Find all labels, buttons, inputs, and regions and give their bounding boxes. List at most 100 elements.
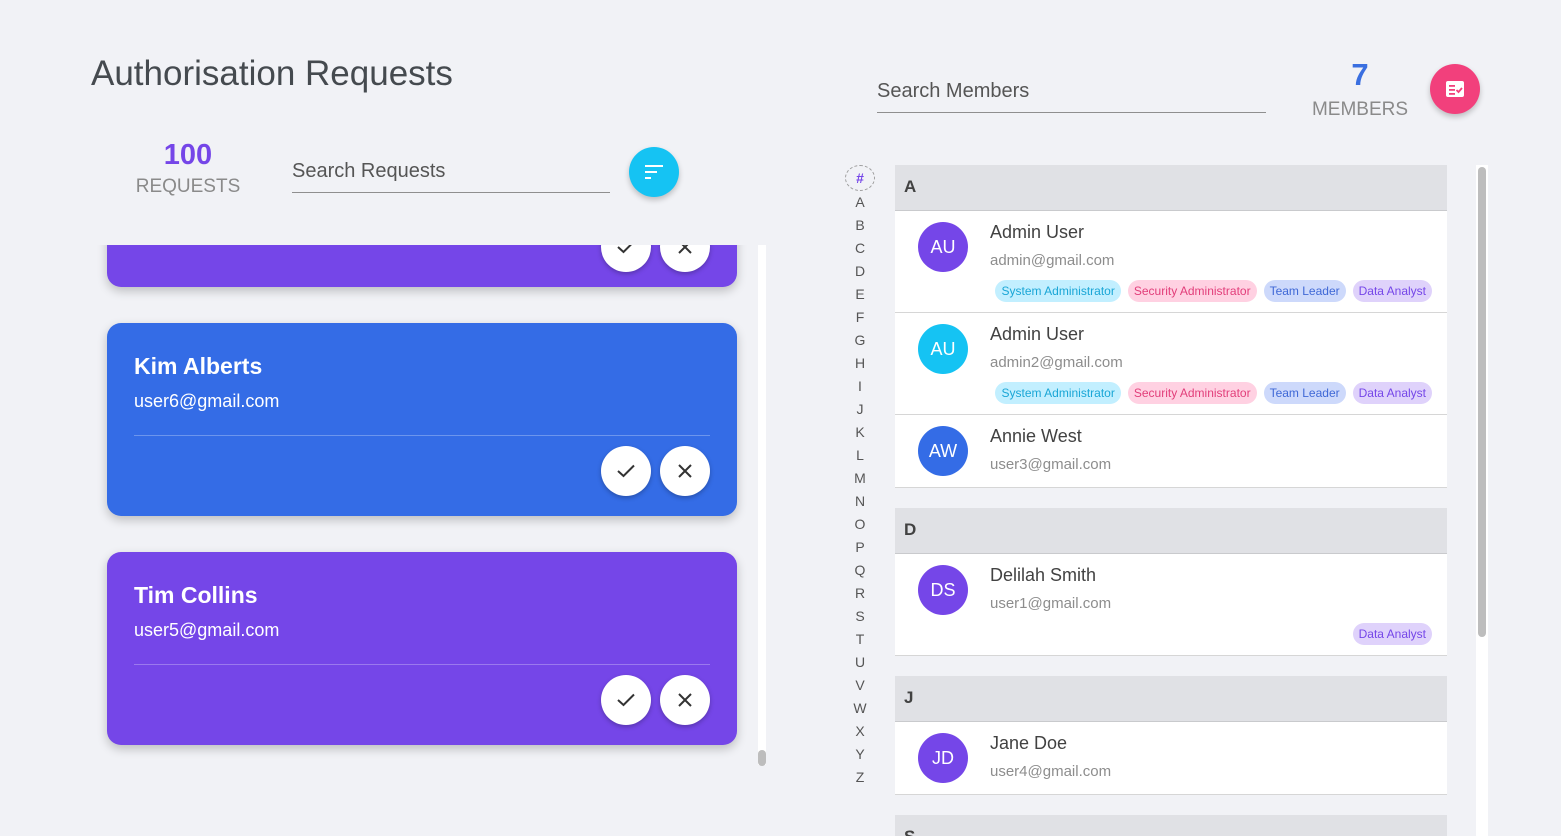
- checklist-icon: [1446, 81, 1464, 97]
- index-letter-t[interactable]: T: [845, 628, 875, 651]
- request-email: user5@gmail.com: [134, 620, 280, 640]
- approve-button[interactable]: [601, 675, 651, 725]
- avatar: DS: [918, 565, 968, 615]
- requests-list[interactable]: Kim Alberts user6@gmail.com Tim Collins …: [90, 245, 770, 835]
- index-letter-v[interactable]: V: [845, 674, 875, 697]
- section-header-s: S: [895, 815, 1447, 836]
- index-letter-u[interactable]: U: [845, 651, 875, 674]
- index-letter-h[interactable]: H: [845, 352, 875, 375]
- approve-button[interactable]: [601, 446, 651, 496]
- role-chip: Team Leader: [1263, 280, 1346, 302]
- member-list-item[interactable]: AW Annie West user3@gmail.com: [895, 415, 1447, 488]
- role-chip: System Administrator: [995, 382, 1121, 404]
- card-divider: [134, 435, 710, 436]
- index-letter-r[interactable]: R: [845, 582, 875, 605]
- index-letter-d[interactable]: D: [845, 260, 875, 283]
- members-scrollbar-thumb[interactable]: [1478, 167, 1486, 637]
- member-email: admin2@gmail.com: [990, 354, 1123, 371]
- index-letter-n[interactable]: N: [845, 490, 875, 513]
- requests-count-label: REQUESTS: [135, 176, 241, 197]
- index-letter-f[interactable]: F: [845, 306, 875, 329]
- members-list[interactable]: A AU Admin User admin@gmail.com System Admin…: [895, 165, 1447, 836]
- section-header-a: A: [895, 165, 1447, 211]
- member-email: admin@gmail.com: [990, 252, 1115, 269]
- member-list-item[interactable]: DS Delilah Smith user1@gmail.com Data Analy…: [895, 554, 1447, 656]
- index-letter-a[interactable]: A: [845, 191, 875, 214]
- role-chip: Security Administrator: [1127, 382, 1257, 404]
- members-counter: 7 MEMBERS: [1300, 57, 1420, 121]
- check-icon: [617, 245, 632, 254]
- avatar: AU: [918, 222, 968, 272]
- avatar: JD: [918, 733, 968, 783]
- role-chip: System Administrator: [995, 280, 1121, 302]
- index-letter-i[interactable]: I: [845, 375, 875, 398]
- requests-scrollbar-thumb[interactable]: [758, 750, 766, 766]
- search-requests-input[interactable]: [292, 150, 610, 193]
- request-email: user6@gmail.com: [134, 391, 280, 411]
- avatar: AU: [918, 324, 968, 374]
- page-title: Authorisation Requests: [91, 54, 453, 93]
- index-letter-w[interactable]: W: [845, 697, 875, 720]
- alphabet-index: # ABCDEFGHIJKLMNOPQRSTUVWXYZ: [845, 165, 875, 789]
- index-hash[interactable]: #: [845, 165, 875, 191]
- member-name: Delilah Smith: [990, 565, 1097, 585]
- close-icon: [678, 245, 692, 254]
- requests-counter: 100 REQUESTS: [118, 138, 258, 198]
- index-letter-b[interactable]: B: [845, 214, 875, 237]
- avatar: AW: [918, 426, 968, 476]
- filter-button[interactable]: [629, 147, 679, 197]
- request-name: Kim Alberts: [134, 353, 263, 379]
- index-letter-z[interactable]: Z: [845, 766, 875, 789]
- approve-button[interactable]: [601, 245, 651, 272]
- reject-button[interactable]: [660, 446, 710, 496]
- index-letter-y[interactable]: Y: [845, 743, 875, 766]
- requests-count: 100: [163, 139, 213, 171]
- member-list-item[interactable]: JD Jane Doe user4@gmail.com: [895, 722, 1447, 795]
- index-letter-e[interactable]: E: [845, 283, 875, 306]
- search-members-input[interactable]: [877, 70, 1266, 113]
- request-card: Kim Alberts user6@gmail.com: [107, 323, 737, 516]
- role-chip: Team Leader: [1263, 382, 1346, 404]
- role-chips: System Administrator Security Administrat…: [995, 382, 1432, 404]
- member-name: Annie West: [990, 426, 1082, 446]
- member-email: user3@gmail.com: [990, 456, 1112, 473]
- index-letter-o[interactable]: O: [845, 513, 875, 536]
- check-icon: [617, 464, 635, 478]
- close-icon: [678, 693, 692, 707]
- member-email: user4@gmail.com: [990, 763, 1112, 780]
- index-letter-g[interactable]: G: [845, 329, 875, 352]
- reject-button[interactable]: [660, 675, 710, 725]
- index-letter-m[interactable]: M: [845, 467, 875, 490]
- role-chip: Security Administrator: [1127, 280, 1257, 302]
- index-letter-p[interactable]: P: [845, 536, 875, 559]
- role-chip: Data Analyst: [1352, 623, 1432, 645]
- members-count-label: MEMBERS: [1311, 99, 1409, 120]
- role-chip: Data Analyst: [1352, 280, 1432, 302]
- member-name: Admin User: [990, 222, 1085, 242]
- requests-scrollbar-track[interactable]: [758, 245, 766, 765]
- sort-lines-icon: [645, 165, 663, 179]
- role-chip: Data Analyst: [1352, 382, 1432, 404]
- role-chips: System Administrator Security Administrat…: [995, 280, 1432, 302]
- index-letter-c[interactable]: C: [845, 237, 875, 260]
- index-letter-k[interactable]: K: [845, 421, 875, 444]
- index-letter-q[interactable]: Q: [845, 559, 875, 582]
- section-header-d: D: [895, 508, 1447, 554]
- member-list-item[interactable]: AU Admin User admin@gmail.com System Admini…: [895, 211, 1447, 313]
- index-letter-x[interactable]: X: [845, 720, 875, 743]
- index-letter-l[interactable]: L: [845, 444, 875, 467]
- check-icon: [617, 693, 635, 707]
- member-name: Jane Doe: [990, 733, 1068, 753]
- request-name: Tim Collins: [134, 582, 258, 608]
- member-list-item[interactable]: AU Admin User admin2@gmail.com System Admin…: [895, 313, 1447, 415]
- section-header-j: J: [895, 676, 1447, 722]
- close-icon: [678, 464, 692, 478]
- request-card: [107, 245, 737, 287]
- index-letter-s[interactable]: S: [845, 605, 875, 628]
- card-divider: [134, 664, 710, 665]
- request-card: Tim Collins user5@gmail.com: [107, 552, 737, 745]
- reject-button[interactable]: [660, 245, 710, 272]
- members-action-button[interactable]: [1430, 64, 1480, 114]
- role-chips: Data Analyst: [1352, 623, 1432, 645]
- index-letter-j[interactable]: J: [845, 398, 875, 421]
